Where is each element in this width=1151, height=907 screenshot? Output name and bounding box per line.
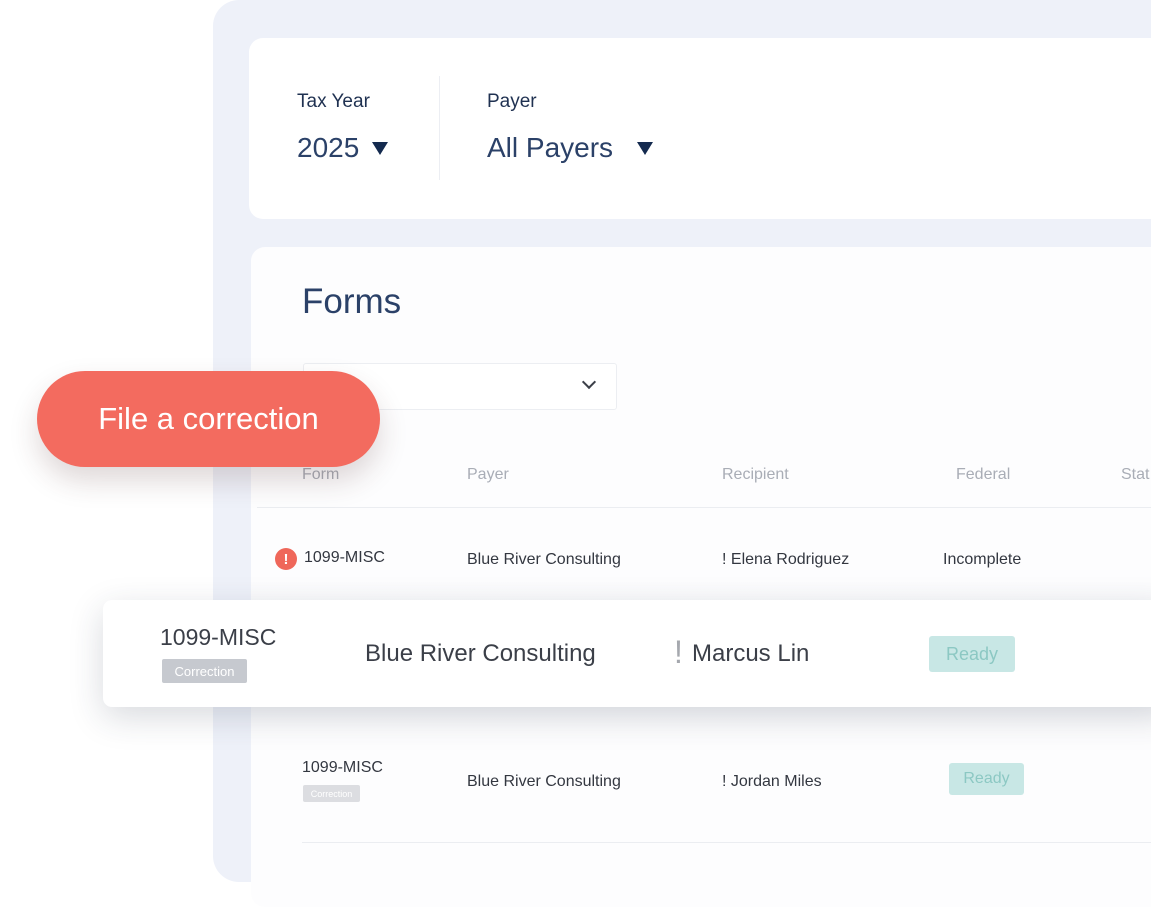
row-payer: Blue River Consulting: [365, 640, 596, 667]
tax-year-value: 2025: [297, 132, 360, 163]
payer-label: Payer: [487, 91, 537, 112]
row-recipient: ! Elena Rodriguez: [722, 551, 850, 568]
triangle-down-icon: [372, 141, 389, 155]
triangle-down-icon: [637, 141, 654, 155]
filter-divider: [439, 76, 440, 180]
forms-card: [251, 247, 1151, 907]
ready-badge: Ready: [949, 763, 1024, 795]
correction-badge: Correction: [162, 659, 247, 683]
row-recipient: ! Jordan Miles: [722, 773, 822, 790]
row-recipient: Marcus Lin: [692, 640, 810, 667]
filter-card: [249, 38, 1151, 219]
row-payer: Blue River Consulting: [467, 773, 621, 790]
row-payer: Blue River Consulting: [467, 551, 621, 568]
column-header-recipient: Recipient: [722, 466, 789, 483]
row-divider: [302, 842, 1151, 843]
column-header-form: Form: [302, 466, 340, 483]
payer-dropdown[interactable]: All Payers: [487, 132, 654, 164]
tax-year-dropdown[interactable]: 2025: [297, 132, 389, 164]
column-header-status: Stat: [1121, 466, 1150, 483]
tax-year-label: Tax Year: [297, 91, 370, 112]
file-correction-button[interactable]: File a correction: [37, 371, 380, 467]
ready-badge: Ready: [929, 636, 1015, 672]
column-header-federal: Federal: [956, 466, 1011, 483]
warning-icon: !: [275, 548, 297, 570]
header-divider: [257, 507, 1151, 508]
row-form: 1099-MISC: [302, 759, 383, 776]
payer-value: All Payers: [487, 132, 614, 163]
correction-badge: Correction: [303, 785, 360, 802]
column-header-payer: Payer: [467, 466, 509, 483]
exclamation-icon: !: [674, 634, 683, 670]
forms-title: Forms: [302, 282, 402, 321]
row-form: 1099-MISC: [160, 624, 277, 650]
row-federal-status: Incomplete: [943, 551, 1022, 568]
row-form: 1099-MISC: [304, 549, 385, 566]
